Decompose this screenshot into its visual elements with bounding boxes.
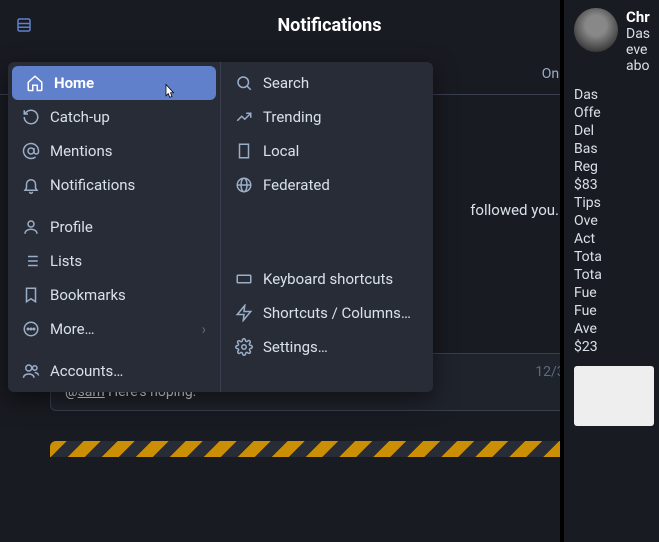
bolt-icon bbox=[235, 304, 253, 322]
menu-item-catchup[interactable]: Catch-up bbox=[8, 100, 220, 134]
menu-item-settings[interactable]: Settings… bbox=[221, 330, 433, 364]
side-line: Reg bbox=[574, 158, 659, 176]
menu-item-mentions[interactable]: Mentions bbox=[8, 134, 220, 168]
keyboard-icon bbox=[235, 270, 253, 288]
page-title: Notifications bbox=[12, 15, 647, 36]
side-avatar[interactable] bbox=[574, 8, 618, 52]
side-line: Fue bbox=[574, 302, 659, 320]
side-line: Tips bbox=[574, 194, 659, 212]
side-column: Chr Das eve abo DasOffeDelBasReg$83TipsO… bbox=[560, 0, 659, 542]
menu-item-shortcuts[interactable]: Shortcuts / Columns… bbox=[221, 296, 433, 330]
gear-icon bbox=[235, 338, 253, 356]
menu-item-local[interactable]: Local bbox=[221, 134, 433, 168]
side-line: Ove bbox=[574, 212, 659, 230]
list-icon bbox=[22, 252, 40, 270]
bell-icon bbox=[22, 176, 40, 194]
side-line: Del bbox=[574, 122, 659, 140]
side-attachment[interactable] bbox=[574, 366, 654, 426]
menu-item-accounts[interactable]: Accounts… bbox=[8, 354, 220, 388]
home-icon bbox=[26, 74, 44, 92]
menu-item-profile[interactable]: Profile bbox=[8, 210, 220, 244]
menu-item-home[interactable]: Home bbox=[12, 66, 216, 100]
trending-icon bbox=[235, 108, 253, 126]
chevron-right-icon: › bbox=[201, 320, 206, 338]
menu-item-lists[interactable]: Lists bbox=[8, 244, 220, 278]
side-line: $23 bbox=[574, 338, 659, 356]
menu-item-more[interactable]: More… › bbox=[8, 312, 220, 346]
menu-item-bookmarks[interactable]: Bookmarks bbox=[8, 278, 220, 312]
side-line: Act bbox=[574, 230, 659, 248]
building-icon bbox=[235, 142, 253, 160]
history-icon bbox=[22, 108, 40, 126]
side-line: Das bbox=[574, 86, 659, 104]
menu-col-right: Search Trending Local Federated Keyboard… bbox=[221, 62, 433, 392]
side-line: Bas bbox=[574, 140, 659, 158]
warning-stripe bbox=[50, 441, 609, 457]
side-line: Tota bbox=[574, 266, 659, 284]
at-icon bbox=[22, 142, 40, 160]
users-icon bbox=[22, 362, 40, 380]
user-icon bbox=[22, 218, 40, 236]
menu-item-keyboard[interactable]: Keyboard shortcuts bbox=[221, 262, 433, 296]
globe-icon bbox=[235, 176, 253, 194]
side-line: Ave bbox=[574, 320, 659, 338]
main-menu-dropdown: Home Catch-up Mentions Notifications Pro… bbox=[8, 62, 433, 392]
more-icon bbox=[22, 320, 40, 338]
side-line: Tota bbox=[574, 248, 659, 266]
menu-item-notifications[interactable]: Notifications bbox=[8, 168, 220, 202]
bookmark-icon bbox=[22, 286, 40, 304]
menu-item-trending[interactable]: Trending bbox=[221, 100, 433, 134]
menu-item-search[interactable]: Search bbox=[221, 66, 433, 100]
side-body: DasOffeDelBasReg$83TipsOveActTotaTotaFue… bbox=[574, 86, 659, 356]
side-author-name: Chr bbox=[626, 8, 650, 26]
menu-col-left: Home Catch-up Mentions Notifications Pro… bbox=[8, 62, 221, 392]
side-line: $83 bbox=[574, 176, 659, 194]
search-icon bbox=[235, 74, 253, 92]
side-line: Offe bbox=[574, 104, 659, 122]
side-line: Fue bbox=[574, 284, 659, 302]
menu-item-federated[interactable]: Federated bbox=[221, 168, 433, 202]
